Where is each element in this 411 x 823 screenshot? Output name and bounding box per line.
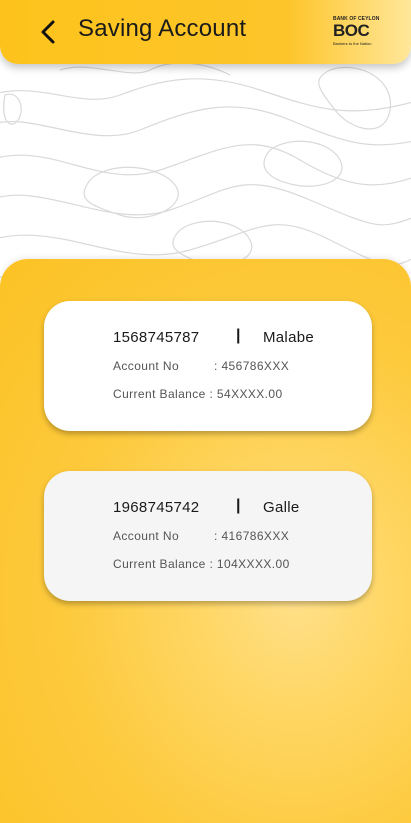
back-button[interactable]: [36, 18, 62, 46]
logo-tagline: Bankers to the Nation: [333, 41, 372, 46]
separator: |: [236, 327, 241, 344]
account-number: 1568745787: [113, 329, 200, 346]
chevron-left-icon: [41, 20, 55, 44]
account-no-value: : 456786XXX: [214, 359, 290, 373]
app-header: Saving Account BANK OF CEYLON BOC Banker…: [0, 0, 411, 64]
account-card[interactable]: 1968745742 | Galle Account No : 416786XX…: [44, 471, 372, 601]
balance-row: Current Balance : 54XXXX.00: [113, 387, 283, 401]
page-title: Saving Account: [78, 15, 247, 42]
balance-value: : 104XXXX.00: [205, 557, 290, 571]
balance-value: : 54XXXX.00: [205, 387, 283, 401]
accounts-panel: 1568745787 | Malabe Account No : 456786X…: [0, 259, 411, 823]
account-card[interactable]: 1568745787 | Malabe Account No : 456786X…: [44, 301, 372, 431]
balance-label: Current Balance: [113, 387, 206, 401]
logo-main-text: BOC: [333, 21, 370, 40]
separator: |: [236, 497, 241, 514]
account-no-row: Account No : 416786XXX: [113, 529, 289, 543]
account-no-value: : 416786XXX: [214, 529, 290, 543]
account-number: 1968745742: [113, 499, 200, 516]
balance-row: Current Balance : 104XXXX.00: [113, 557, 290, 571]
branch-name: Galle: [263, 499, 300, 516]
boc-logo: BANK OF CEYLON BOC Bankers to the Nation: [333, 16, 387, 48]
account-no-label: Account No: [113, 529, 180, 543]
account-no-label: Account No: [113, 359, 180, 373]
branch-name: Malabe: [263, 329, 314, 346]
balance-label: Current Balance: [113, 557, 206, 571]
account-no-row: Account No : 456786XXX: [113, 359, 289, 373]
